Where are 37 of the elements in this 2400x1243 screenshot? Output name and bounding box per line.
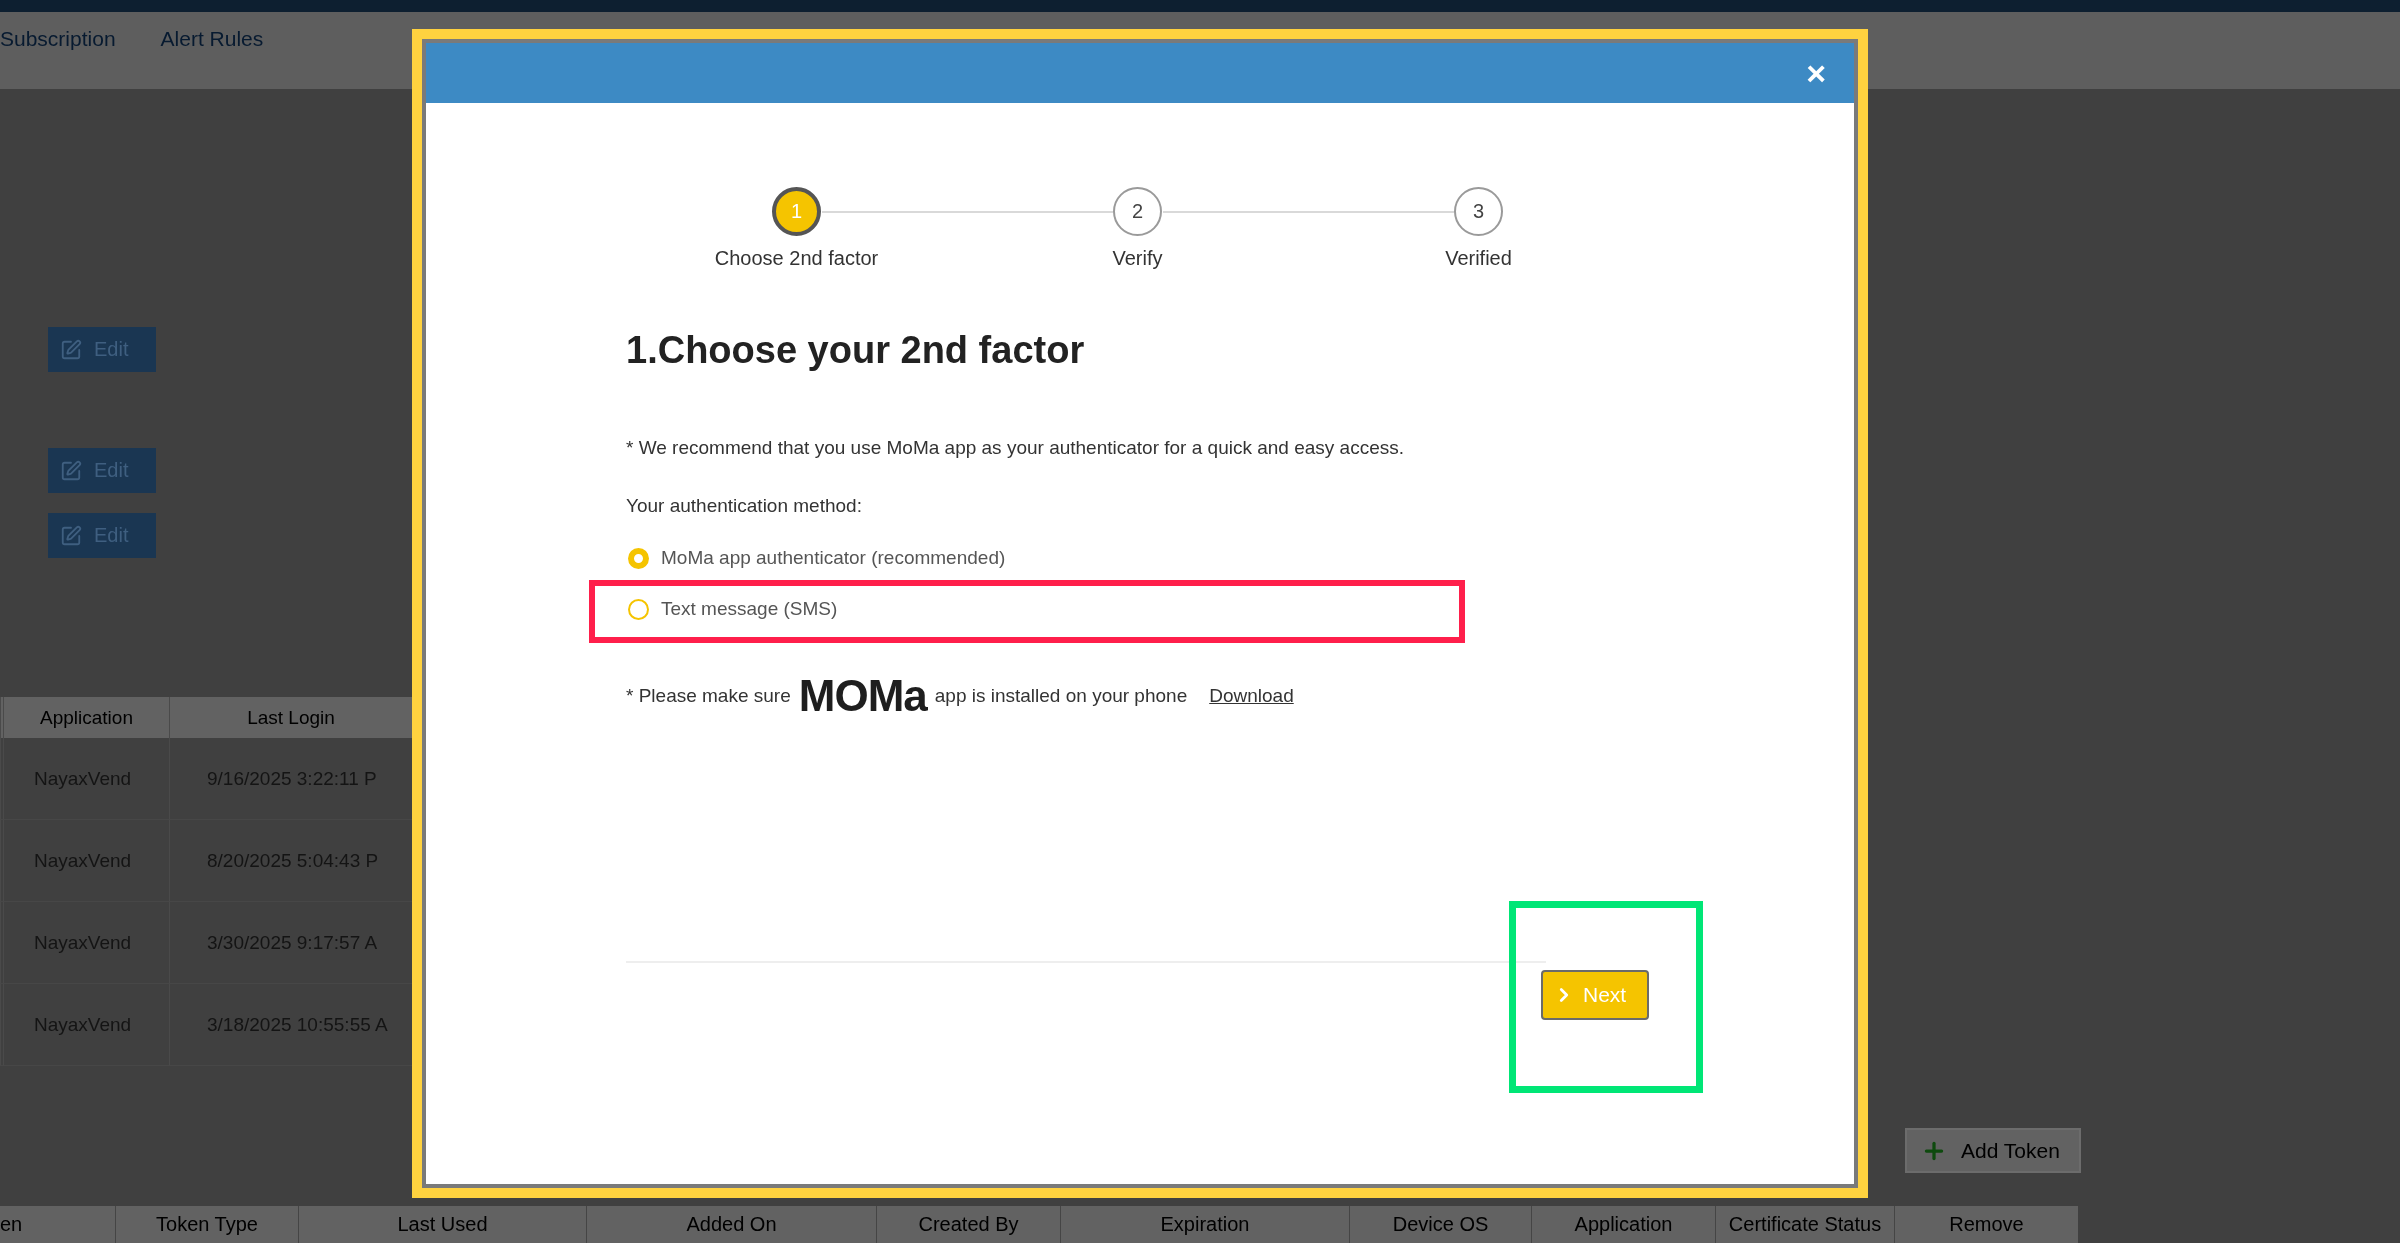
column-header: Added On bbox=[586, 1206, 876, 1243]
note-text: * Please make sure bbox=[626, 685, 791, 707]
add-token-button[interactable]: Add Token bbox=[1905, 1128, 2081, 1174]
column-header: Remove bbox=[1894, 1206, 2078, 1243]
close-button[interactable]: × bbox=[1806, 56, 1826, 90]
radio-label[interactable]: MoMa app authenticator (recommended) bbox=[661, 547, 1006, 569]
column-header: Application bbox=[1531, 1206, 1715, 1243]
radio-label[interactable]: Text message (SMS) bbox=[661, 598, 838, 620]
column-header: Application bbox=[3, 697, 169, 739]
step-label: Verified bbox=[1445, 246, 1512, 271]
radio-button[interactable] bbox=[628, 598, 649, 620]
method-label: Your authentication method: bbox=[626, 494, 863, 518]
recommendation-text: * We recommend that you use MoMa app as your authenticator for a quick and easy access. bbox=[626, 436, 1405, 460]
column-header: Last Login bbox=[169, 697, 412, 739]
dialog-title: 1.Choose your 2nd factor bbox=[626, 328, 1086, 373]
note-text: app is installed on your phone bbox=[934, 685, 1188, 707]
column-header: en bbox=[0, 1212, 24, 1238]
next-button[interactable]: Next bbox=[1541, 970, 1649, 1020]
nav-tab[interactable]: Alert Rules bbox=[160, 26, 264, 51]
logo: MOMa bbox=[798, 674, 927, 718]
download-link[interactable]: Download bbox=[1209, 685, 1294, 707]
pencil-icon bbox=[60, 459, 82, 482]
column-header: Last Used bbox=[298, 1206, 586, 1243]
nav-tab[interactable]: Subscription bbox=[0, 26, 116, 51]
column-header: Certificate Status bbox=[1715, 1206, 1894, 1243]
step-number: 1 bbox=[772, 187, 821, 236]
column-header: Created By bbox=[876, 1206, 1060, 1243]
step-label: Verify bbox=[1112, 246, 1163, 271]
column-header: Device OS bbox=[1349, 1206, 1531, 1243]
column-header: Expiration bbox=[1060, 1206, 1349, 1243]
radio-button[interactable] bbox=[628, 547, 649, 569]
column-header: Token Type bbox=[115, 1206, 298, 1243]
pencil-icon bbox=[60, 338, 82, 361]
step-number: 3 bbox=[1454, 187, 1503, 236]
step-number: 2 bbox=[1113, 187, 1162, 236]
pencil-icon bbox=[60, 524, 82, 547]
step-label: Choose 2nd factor bbox=[714, 246, 879, 271]
